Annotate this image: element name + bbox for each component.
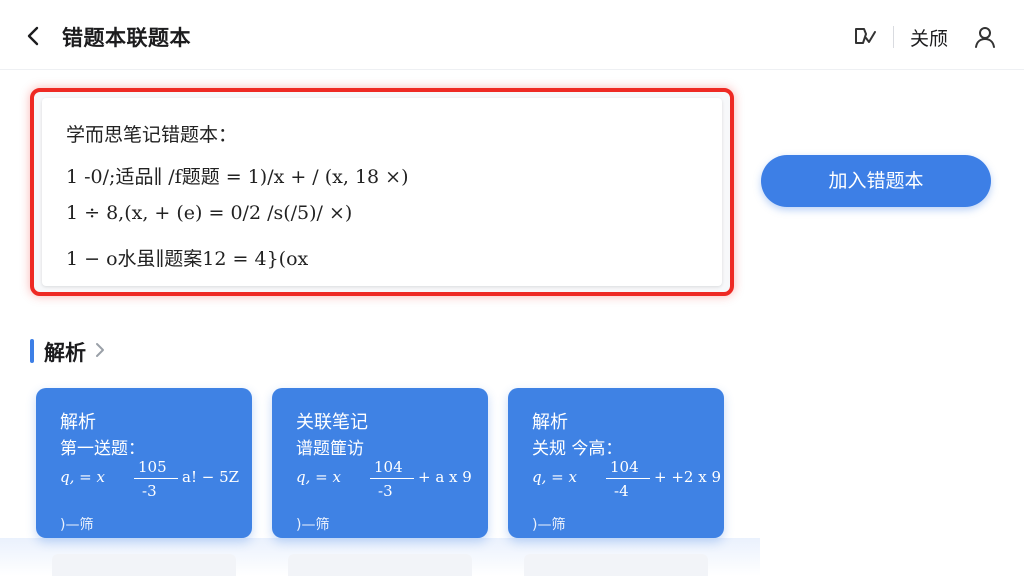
question-heading: 学而思笔记错题本：: [66, 124, 238, 146]
formula-denominator: -4: [614, 482, 629, 500]
card-subtitle: 第一送题：: [60, 439, 145, 459]
analysis-card[interactable]: 关联笔记 谱题篚访 q, = x 104 -3 + a x 9 )—筛: [272, 388, 488, 538]
fraction-bar: [606, 478, 650, 479]
formula-lhs: q, = x: [532, 468, 577, 486]
formula-denominator: -3: [142, 482, 157, 500]
back-icon[interactable]: [20, 22, 48, 50]
formula-rhs: + a x 9: [418, 468, 472, 486]
page-title: 错题本联题本: [62, 26, 191, 50]
card-title: 关联笔记: [296, 412, 368, 433]
list-item-placeholder: [288, 554, 472, 576]
formula-numerator: 104: [374, 458, 403, 476]
user-icon[interactable]: [972, 24, 998, 50]
add-to-mistake-book-button[interactable]: 加入错题本: [761, 155, 991, 207]
formula-denominator: -3: [378, 482, 393, 500]
card-title: 解析: [60, 412, 96, 433]
card-title: 解析: [532, 412, 568, 433]
formula-rhs: a! − 5Z: [182, 468, 240, 486]
card-formula: q, = x 104 -4 + +2 x 9: [532, 458, 722, 506]
card-footer: )—筛: [532, 517, 566, 533]
top-bar: 错题本联题本 关颀: [0, 0, 1024, 70]
fraction-bar: [370, 478, 414, 479]
download-check-icon[interactable]: [852, 24, 878, 50]
card-formula: q, = x 105 -3 a! − 5Z: [60, 458, 250, 506]
list-item-placeholder: [524, 554, 708, 576]
header-divider: [893, 26, 894, 48]
question-line: 1 -0/;适品∥ /f题题 = 1)/x + / (x, 18 ×): [66, 166, 409, 188]
formula-numerator: 105: [138, 458, 167, 476]
analysis-card[interactable]: 解析 第一送题： q, = x 105 -3 a! − 5Z )—筛: [36, 388, 252, 538]
card-footer: )—筛: [60, 517, 94, 533]
formula-lhs: q, = x: [296, 468, 341, 486]
header-text-button[interactable]: 关颀: [910, 24, 948, 51]
analysis-card[interactable]: 解析 关规 今高： q, = x 104 -4 + +2 x 9 )—筛: [508, 388, 724, 538]
question-content: 学而思笔记错题本： 1 -0/;适品∥ /f题题 = 1)/x + / (x, …: [42, 98, 722, 286]
section-accent-bar: [30, 339, 34, 363]
card-footer: )—筛: [296, 517, 330, 533]
question-line: 1 ÷ 8,(x, + (e) = 0/2 /s(/5)/ ×): [66, 202, 353, 224]
formula-numerator: 104: [610, 458, 639, 476]
fraction-bar: [134, 478, 178, 479]
list-item-placeholder: [52, 554, 236, 576]
card-subtitle: 谱题篚访: [296, 439, 364, 459]
question-line: 1 − o水虽∥题案12 = 4}(ox: [66, 248, 309, 270]
formula-lhs: q, = x: [60, 468, 105, 486]
chevron-right-icon[interactable]: [93, 340, 107, 360]
formula-rhs: + +2 x 9: [654, 468, 721, 486]
card-subtitle: 关规 今高：: [532, 439, 623, 459]
card-formula: q, = x 104 -3 + a x 9: [296, 458, 486, 506]
question-card[interactable]: 学而思笔记错题本： 1 -0/;适品∥ /f题题 = 1)/x + / (x, …: [30, 88, 734, 296]
section-title[interactable]: 解析: [44, 337, 86, 367]
